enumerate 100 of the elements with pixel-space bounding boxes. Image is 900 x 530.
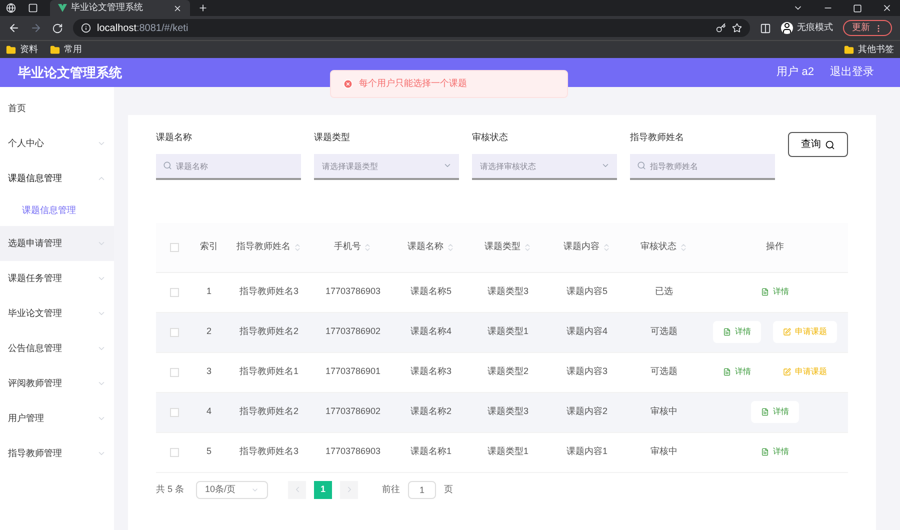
page-size-select[interactable]: 10条/页 [196,480,268,498]
column-header[interactable]: 课题内容 [562,240,612,254]
checkbox[interactable] [170,368,178,376]
column-header[interactable]: 指导教师姓名 [234,240,304,254]
table-cell-text: 课题名称1 [410,445,452,458]
logout-link[interactable]: 退出登录 [830,64,874,81]
bookmark[interactable]: 资料 [20,42,38,56]
search-icon [637,160,646,170]
column-header[interactable]: 审核状态 [638,240,690,254]
detail-button[interactable]: 详情 [713,321,761,343]
column-header[interactable]: 课题名称 [406,240,456,254]
maximize-icon[interactable] [853,4,862,12]
checkbox[interactable] [170,408,178,416]
table-cell-text: 课题内容4 [566,325,608,338]
select-field[interactable]: 请选择审核状态 [472,154,617,180]
chevron-down-icon [97,449,106,458]
table-cell-text: 课题类型2 [487,365,528,378]
table-cell-text: 课题类型1 [487,445,528,458]
incognito-label: 无痕模式 [797,21,833,34]
sort-icon[interactable] [602,242,610,252]
sidebar-item[interactable]: 课题信息管理 [0,161,114,196]
input-field[interactable]: 指导教师姓名 [630,154,775,180]
sidebar-item[interactable]: 公告信息管理 [0,331,114,366]
update-button[interactable]: 更新 [843,20,892,36]
sort-icon[interactable] [292,242,302,252]
sort-icon[interactable] [446,242,454,252]
reload-icon[interactable] [52,22,63,34]
folder-icon [50,44,60,54]
key-icon[interactable] [716,23,726,33]
checkbox[interactable] [170,288,178,296]
table-cell-text: 可选题 [650,365,678,378]
chevron-down-icon [97,309,106,318]
sidebar-item[interactable]: 毕业论文管理 [0,296,114,331]
table-cell-text: 5 [206,445,212,458]
folder-icon [844,44,854,54]
incognito-icon [781,22,793,34]
checkbox[interactable] [170,242,178,252]
submenu-item[interactable]: 课题信息管理 [0,196,114,226]
sort-icon[interactable] [678,242,688,252]
sidebar-item[interactable]: 课题任务管理 [0,261,114,296]
filter-label: 指导教师姓名 [630,131,685,144]
table-cell-text: 课题名称4 [410,325,452,338]
bookmark[interactable]: 其他书签 [858,42,894,56]
forward-icon[interactable] [30,22,42,34]
chevron-up-icon [97,174,106,183]
bookmark[interactable]: 常用 [64,42,82,56]
filter-label: 审核状态 [472,131,509,144]
table-cell-text: 课题名称5 [410,285,452,298]
input-field[interactable]: 课题名称 [156,154,301,180]
back-icon[interactable] [8,22,20,34]
table-cell-text: 指导教师姓名3 [239,285,298,298]
sidebar-item[interactable]: 评阅教师管理 [0,366,114,401]
star-icon[interactable] [732,23,742,33]
edit-icon [783,328,791,336]
sort-icon[interactable] [522,242,532,252]
select-field[interactable]: 请选择课题类型 [314,154,459,180]
logo-icon [58,4,67,12]
checkbox[interactable] [170,448,178,456]
chevron-down-icon [97,379,106,388]
sort-icon[interactable] [363,242,372,252]
search-button[interactable]: 查询 [788,132,848,157]
column-header[interactable]: 课题类型 [482,240,534,254]
chevron-down-icon [97,344,106,353]
sidebar-item[interactable]: 选题申请管理 [0,226,114,261]
tab-icon[interactable] [28,3,38,13]
side-panel-icon[interactable] [760,22,771,34]
close-icon[interactable] [173,4,182,12]
app-title: 毕业论文管理系统 [18,64,122,82]
table-cell-text: 课题类型3 [487,285,528,298]
goto-label: 前往 [382,482,400,496]
page-input[interactable]: 1 [408,480,436,498]
document-icon [723,368,731,376]
sidebar-item[interactable]: 首页 [0,91,114,126]
detail-button[interactable]: 详情 [751,401,799,423]
filter-label: 课题名称 [156,131,193,144]
new-tab-icon[interactable] [198,3,208,13]
sidebar-item[interactable]: 个人中心 [0,126,114,161]
globe-icon[interactable] [6,3,16,13]
close-icon[interactable] [882,3,892,13]
total-count: 共 5 条 [156,482,184,496]
table-cell-text: 指导教师姓名1 [239,365,298,378]
column-header: 索引 [199,240,219,254]
table-cell-text: 课题名称2 [410,405,452,418]
table-cell-text: 已选 [655,285,673,298]
info-icon [81,23,91,33]
chevron-down-icon [97,274,106,283]
sidebar-item[interactable]: 用户管理 [0,401,114,436]
checkbox[interactable] [170,328,178,336]
table-cell-text: 审核中 [650,405,678,418]
address-bar[interactable]: localhost:8081/#/keti [73,19,750,37]
browser-tab[interactable]: 毕业论文管理系统 [50,0,190,16]
document-icon [761,448,769,456]
folder-icon [6,44,16,54]
user-name: 用户 a2 [776,64,814,80]
table-cell-text: 17703786902 [325,405,381,418]
document-icon [761,408,769,416]
chevron-down-icon [97,414,106,423]
sidebar-item[interactable]: 指导教师管理 [0,436,114,471]
table-cell-text: 3 [206,365,212,378]
column-header[interactable]: 手机号 [332,240,374,254]
